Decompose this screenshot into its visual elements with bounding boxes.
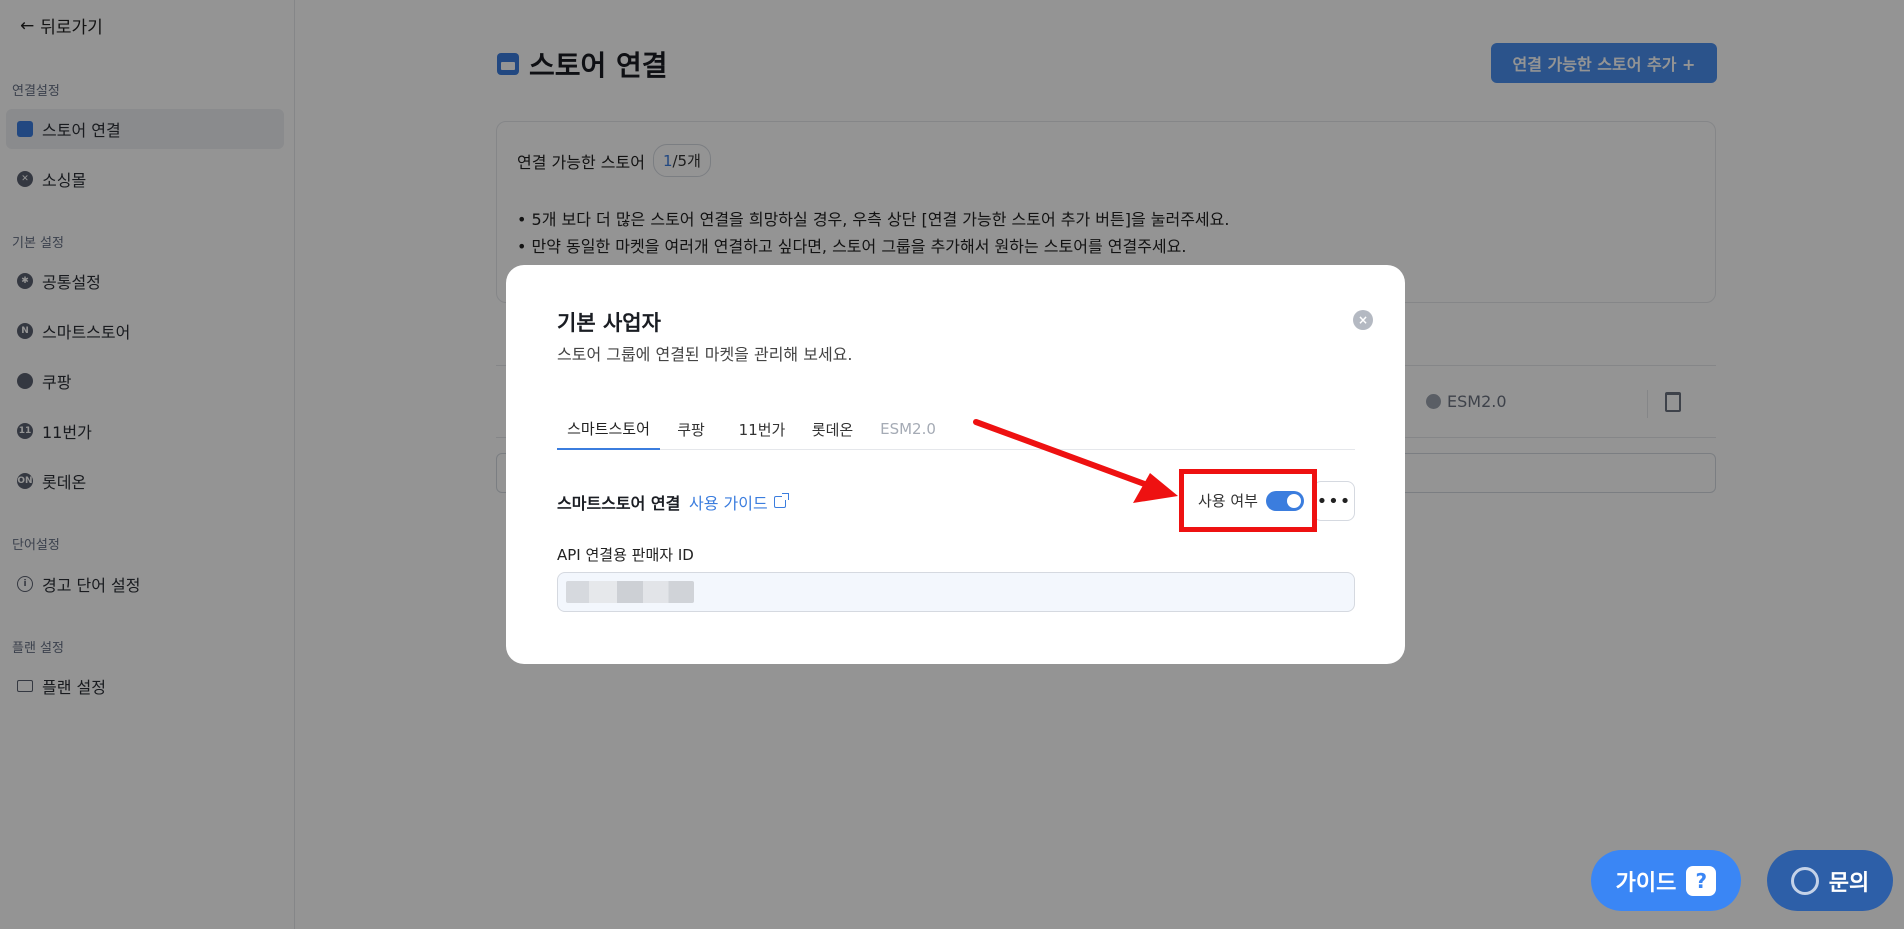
inquiry-button[interactable]: 문의 bbox=[1767, 850, 1893, 911]
guide-button[interactable]: 가이드 ? bbox=[1591, 850, 1741, 911]
market-tabs: 스마트스토어 쿠팡 11번가 롯데온 ESM2.0 bbox=[557, 408, 1355, 450]
close-icon[interactable]: × bbox=[1353, 310, 1373, 330]
store-group-modal: 기본 사업자 스토어 그룹에 연결된 마켓을 관리해 보세요. × 스마트스토어… bbox=[506, 265, 1405, 664]
question-icon: ? bbox=[1686, 865, 1717, 896]
tab-coupang[interactable]: 쿠팡 bbox=[669, 408, 713, 450]
api-seller-id-input[interactable] bbox=[557, 572, 1355, 612]
tab-lotteon[interactable]: 롯데온 bbox=[810, 408, 855, 450]
redacted-value bbox=[566, 581, 694, 603]
usage-guide-link[interactable]: 사용 가이드 bbox=[689, 490, 789, 514]
headset-icon bbox=[1790, 866, 1819, 895]
modal-subtitle: 스토어 그룹에 연결된 마켓을 관리해 보세요. bbox=[557, 345, 853, 364]
guide-label: 가이드 bbox=[1615, 870, 1677, 896]
tab-esm[interactable]: ESM2.0 bbox=[878, 408, 938, 450]
usage-guide-label: 사용 가이드 bbox=[689, 494, 768, 513]
external-link-icon bbox=[773, 493, 789, 508]
more-options-button[interactable]: ••• bbox=[1313, 481, 1355, 521]
inquiry-label: 문의 bbox=[1828, 870, 1870, 896]
tab-11st[interactable]: 11번가 bbox=[737, 408, 787, 450]
modal-title: 기본 사업자 bbox=[557, 311, 661, 335]
api-seller-id-label: API 연결용 판매자 ID bbox=[557, 546, 694, 564]
annotation-highlight-box bbox=[1179, 469, 1317, 532]
tab-smartstore[interactable]: 스마트스토어 bbox=[557, 408, 660, 450]
connection-label: 스마트스토어 연결 bbox=[557, 494, 681, 513]
